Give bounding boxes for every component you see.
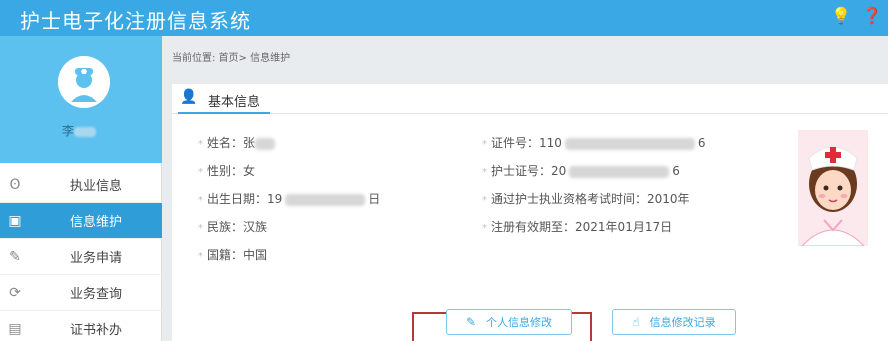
top-bar: 护士电子化注册信息系统 💡 ❓ — [0, 0, 888, 36]
app-title: 护士电子化注册信息系统 — [20, 9, 251, 33]
sidebar-item-business-apply[interactable]: ✎ 业务申请 — [0, 239, 162, 275]
profile-card: 李 — [0, 36, 162, 163]
edit-icon: ✎ — [9, 248, 21, 265]
main-content: 当前位置: 首页> 信息维护 👤 基本信息 * 姓名：张 * 性别：女 * 出生日期：… — [162, 36, 888, 341]
hand-icon: ☝ — [632, 315, 640, 329]
field-name: * 姓名：张 — [198, 134, 276, 151]
field-ethnicity: * 民族：汉族 — [198, 220, 268, 234]
masked-text — [564, 137, 695, 150]
top-icons: 💡 ❓ — [831, 6, 888, 25]
field-birthdate: * 出生日期：19 日 — [198, 192, 381, 206]
field-gender: * 性别：女 — [198, 164, 256, 178]
sidebar-item-label: 业务查询 — [70, 287, 123, 302]
certificate-icon: ▤ — [8, 320, 22, 337]
sidebar-item-business-query[interactable]: ⟳ 业务查询 — [0, 275, 162, 311]
sidebar-item-label: 业务申请 — [70, 251, 123, 266]
nurse-avatar-icon — [58, 56, 110, 108]
query-icon: ⟳ — [9, 284, 21, 301]
sidebar-item-label: 证书补办 — [70, 323, 123, 338]
field-nationality: * 国籍：中国 — [198, 248, 268, 262]
button-label: 个人信息修改 — [486, 316, 553, 329]
form-icon: ▣ — [8, 212, 22, 229]
button-label: 信息修改记录 — [649, 316, 716, 329]
masked-text — [285, 193, 366, 206]
edit-icon: ✎ — [465, 315, 477, 329]
sidebar-item-label: 执业信息 — [70, 179, 123, 194]
help-icon[interactable]: ❓ — [862, 6, 882, 25]
title-underline — [178, 112, 270, 114]
sidebar-menu: ʘ 执业信息 ▣ 信息维护 ✎ 业务申请 ⟳ 业务查询 ▤ 证书补办 — [0, 167, 162, 341]
field-id-number: * 证件号：110 6 — [482, 136, 706, 150]
sidebar-item-certificate-reissue[interactable]: ▤ 证书补办 — [0, 311, 162, 341]
avatar[interactable] — [58, 56, 110, 108]
basic-info-panel: 👤 基本信息 * 姓名：张 * 性别：女 * 出生日期：19 日 * 民族：汉族 * 国籍：… — [172, 84, 888, 341]
personal-info-edit-button[interactable]: ✎ 个人信息修改 — [446, 309, 572, 335]
headset-icon: ʘ — [9, 176, 21, 193]
nurse-photo — [798, 130, 868, 246]
sidebar-item-info-maintenance[interactable]: ▣ 信息维护 — [0, 203, 162, 239]
breadcrumb: 当前位置: 首页> 信息维护 — [172, 53, 291, 64]
masked-text — [74, 126, 97, 137]
user-icon: 👤 — [180, 89, 198, 105]
lightbulb-icon[interactable]: 💡 — [831, 6, 851, 25]
sidebar-item-label: 信息维护 — [70, 215, 123, 230]
sidebar: 李 ʘ 执业信息 ▣ 信息维护 ✎ 业务申请 ⟳ 业务查询 ▤ 证书补办 — [0, 36, 162, 341]
field-exam-date: * 通过护士执业资格考试时间：2010年 — [482, 192, 690, 206]
field-nurse-number: * 护士证号：20 6 — [482, 164, 680, 178]
masked-text — [569, 165, 670, 178]
panel-header: 👤 基本信息 — [172, 84, 888, 114]
username: 李 — [62, 122, 97, 139]
nurse-photo-icon — [798, 130, 868, 246]
field-registration-expiry: * 注册有效期至：2021年01月17日 — [482, 220, 673, 234]
sidebar-item-practice-info[interactable]: ʘ 执业信息 — [0, 167, 162, 203]
masked-text — [255, 137, 276, 150]
panel-title: 基本信息 — [208, 95, 261, 110]
info-change-history-button[interactable]: ☝ 信息修改记录 — [612, 309, 736, 335]
